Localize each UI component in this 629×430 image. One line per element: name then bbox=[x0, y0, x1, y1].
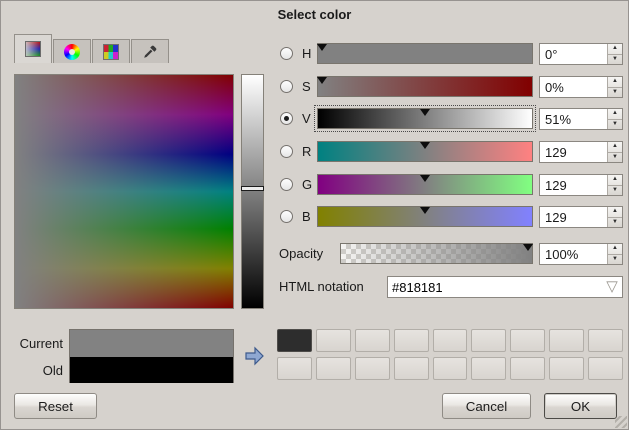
right-arrow-icon bbox=[242, 344, 266, 368]
blue-spinbox[interactable]: 129 ▲▼ bbox=[539, 206, 623, 228]
value-slider[interactable] bbox=[317, 108, 533, 129]
blue-slider[interactable] bbox=[317, 206, 533, 227]
slider-marker[interactable] bbox=[317, 77, 327, 84]
palette-cell[interactable] bbox=[549, 357, 584, 380]
add-to-palette-button[interactable] bbox=[239, 337, 269, 375]
palette-cell[interactable] bbox=[433, 357, 468, 380]
channel-label-b: B bbox=[302, 209, 316, 224]
slider-marker[interactable] bbox=[523, 244, 533, 251]
hue-spinbox[interactable]: 0° ▲▼ bbox=[539, 43, 623, 65]
radio-s[interactable] bbox=[280, 80, 293, 93]
dialog-title: Select color bbox=[1, 7, 628, 22]
saturation-slider[interactable] bbox=[317, 76, 533, 97]
html-notation-label: HTML notation bbox=[279, 279, 364, 294]
channel-row-v: V 51% ▲▼ bbox=[1, 108, 628, 132]
spin-up-icon[interactable]: ▲ bbox=[608, 109, 622, 120]
ok-button[interactable]: OK bbox=[544, 393, 617, 419]
html-notation-input[interactable] bbox=[388, 280, 602, 295]
slider-marker[interactable] bbox=[420, 175, 430, 182]
select-color-dialog: Select color H 0° ▲ bbox=[0, 0, 629, 430]
html-notation-field: ▽ bbox=[387, 276, 623, 298]
spin-up-icon[interactable]: ▲ bbox=[608, 44, 622, 55]
current-label: Current bbox=[1, 336, 63, 351]
radio-h[interactable] bbox=[280, 47, 293, 60]
spin-value[interactable]: 129 bbox=[540, 142, 607, 162]
html-notation-row: HTML notation ▽ bbox=[1, 276, 628, 300]
spin-value[interactable]: 129 bbox=[540, 207, 607, 227]
value-spinbox[interactable]: 51% ▲▼ bbox=[539, 108, 623, 130]
palette-cell[interactable] bbox=[394, 329, 429, 352]
channel-label-s: S bbox=[302, 79, 316, 94]
channel-label-r: R bbox=[302, 144, 316, 159]
spin-down-icon[interactable]: ▼ bbox=[608, 55, 622, 65]
palette-cell[interactable] bbox=[471, 357, 506, 380]
channel-row-h: H 0° ▲▼ bbox=[1, 43, 628, 67]
saturation-spinbox[interactable]: 0% ▲▼ bbox=[539, 76, 623, 98]
palette-cell[interactable] bbox=[355, 357, 390, 380]
palette-cell[interactable] bbox=[316, 357, 351, 380]
channel-row-b: B 129 ▲▼ bbox=[1, 206, 628, 230]
green-slider[interactable] bbox=[317, 174, 533, 195]
channel-row-r: R 129 ▲▼ bbox=[1, 141, 628, 165]
old-label: Old bbox=[1, 363, 63, 378]
reset-button[interactable]: Reset bbox=[14, 393, 97, 419]
slider-marker[interactable] bbox=[317, 44, 327, 51]
channel-label-v: V bbox=[302, 111, 316, 126]
palette-cell[interactable] bbox=[277, 357, 312, 380]
palette-cell[interactable] bbox=[510, 329, 545, 352]
palette-cell[interactable] bbox=[394, 357, 429, 380]
slider-marker[interactable] bbox=[420, 142, 430, 149]
palette-cell[interactable] bbox=[588, 357, 623, 380]
hue-slider[interactable] bbox=[317, 43, 533, 64]
spin-down-icon[interactable]: ▼ bbox=[608, 186, 622, 196]
spin-value[interactable]: 0° bbox=[540, 44, 607, 64]
color-preview bbox=[69, 329, 234, 383]
palette-cell[interactable] bbox=[471, 329, 506, 352]
current-color-swatch bbox=[70, 330, 233, 357]
red-spinbox[interactable]: 129 ▲▼ bbox=[539, 141, 623, 163]
radio-g[interactable] bbox=[280, 178, 293, 191]
spin-up-icon[interactable]: ▲ bbox=[608, 142, 622, 153]
spin-value[interactable]: 0% bbox=[540, 77, 607, 97]
channel-row-s: S 0% ▲▼ bbox=[1, 76, 628, 100]
spin-value[interactable]: 51% bbox=[540, 109, 607, 129]
opacity-label: Opacity bbox=[279, 246, 323, 261]
green-spinbox[interactable]: 129 ▲▼ bbox=[539, 174, 623, 196]
opacity-spinbox[interactable]: 100% ▲▼ bbox=[539, 243, 623, 265]
spin-down-icon[interactable]: ▼ bbox=[608, 153, 622, 163]
spin-down-icon[interactable]: ▼ bbox=[608, 218, 622, 228]
resize-grip[interactable] bbox=[615, 416, 627, 428]
spin-value[interactable]: 129 bbox=[540, 175, 607, 195]
chevron-down-icon[interactable]: ▽ bbox=[602, 277, 622, 297]
palette-cell[interactable] bbox=[355, 329, 390, 352]
radio-v[interactable] bbox=[280, 112, 293, 125]
spin-up-icon[interactable]: ▲ bbox=[608, 207, 622, 218]
radio-b[interactable] bbox=[280, 210, 293, 223]
palette-cell[interactable] bbox=[588, 329, 623, 352]
palette-cell[interactable] bbox=[277, 329, 312, 352]
spin-down-icon[interactable]: ▼ bbox=[608, 255, 622, 265]
radio-r[interactable] bbox=[280, 145, 293, 158]
cancel-button[interactable]: Cancel bbox=[442, 393, 531, 419]
palette-cell[interactable] bbox=[510, 357, 545, 380]
palette-cell[interactable] bbox=[316, 329, 351, 352]
slider-marker[interactable] bbox=[420, 109, 430, 116]
slider-marker[interactable] bbox=[420, 207, 430, 214]
spin-down-icon[interactable]: ▼ bbox=[608, 120, 622, 130]
palette-cell[interactable] bbox=[433, 329, 468, 352]
spin-value[interactable]: 100% bbox=[540, 244, 607, 264]
opacity-row: Opacity 100% ▲▼ bbox=[1, 243, 628, 267]
palette-grid bbox=[277, 329, 623, 380]
red-slider[interactable] bbox=[317, 141, 533, 162]
channel-label-h: H bbox=[302, 46, 316, 61]
palette-cell[interactable] bbox=[549, 329, 584, 352]
channel-label-g: G bbox=[302, 177, 316, 192]
spin-down-icon[interactable]: ▼ bbox=[608, 88, 622, 98]
spin-up-icon[interactable]: ▲ bbox=[608, 77, 622, 88]
old-color-swatch bbox=[70, 357, 233, 383]
spin-up-icon[interactable]: ▲ bbox=[608, 175, 622, 186]
channel-row-g: G 129 ▲▼ bbox=[1, 174, 628, 198]
opacity-slider[interactable] bbox=[340, 243, 533, 264]
spin-up-icon[interactable]: ▲ bbox=[608, 244, 622, 255]
